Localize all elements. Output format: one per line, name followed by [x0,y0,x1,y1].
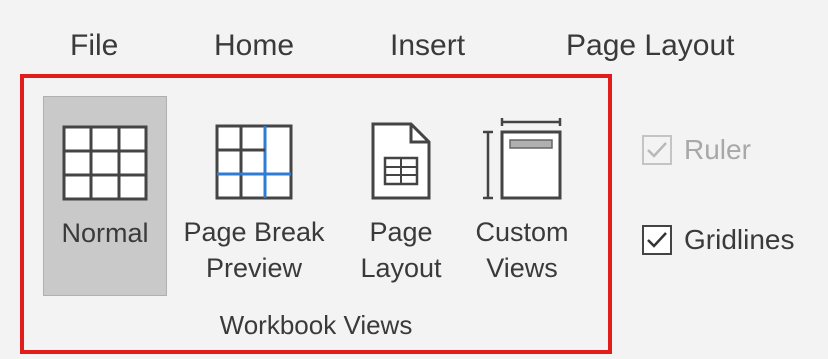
page-break-preview-button[interactable]: Page Break Preview [170,96,338,296]
ruler-checkbox-row: Ruler [642,134,751,166]
tab-insert[interactable]: Insert [390,26,465,66]
custom-views-icon [482,104,562,200]
gridlines-label: Gridlines [684,224,795,255]
normal-view-button[interactable]: Normal [43,96,167,296]
checkmark-icon [647,232,667,248]
tab-file[interactable]: File [70,26,118,66]
page-break-preview-icon [215,104,293,200]
workbook-views-group-label: Workbook Views [219,310,413,340]
gridlines-checkbox[interactable] [642,225,672,255]
normal-view-icon [62,105,148,201]
ruler-checkbox[interactable] [642,135,672,165]
tab-page-layout[interactable]: Page Layout [566,26,734,66]
gridlines-checkbox-row: Gridlines [642,224,794,256]
tab-home[interactable]: Home [214,26,294,66]
normal-view-label: Normal [61,218,149,248]
checkmark-icon [647,142,667,158]
ruler-label: Ruler [684,134,751,165]
page-layout-view-button[interactable]: Page Layout [343,96,459,296]
custom-views-button[interactable]: Custom Views [458,96,586,296]
page-break-preview-label: Page Break Preview [183,217,325,283]
page-layout-view-icon [371,104,431,200]
page-layout-view-label: Page Layout [360,217,442,283]
custom-views-label: Custom Views [475,217,569,283]
